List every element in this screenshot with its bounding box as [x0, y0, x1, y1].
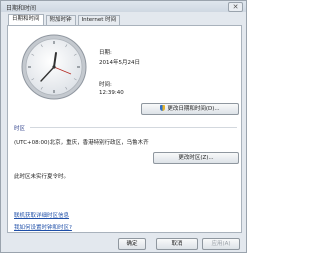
dst-note: 此时区未实行夏令时。 — [14, 174, 70, 180]
analog-clock-icon — [21, 34, 87, 100]
change-date-time-label: 更改日期和时间(D)... — [167, 106, 220, 112]
uac-shield-icon — [160, 105, 166, 111]
timezone-divider — [30, 127, 237, 128]
date-label: 日期: — [99, 50, 112, 56]
tab-additional-clocks[interactable]: 附加时钟 — [45, 15, 76, 25]
ok-button[interactable]: 确定 — [118, 238, 146, 250]
tab-date-time[interactable]: 日期和时间 — [8, 14, 44, 25]
online-timezone-info-link[interactable]: 联机获取详细时区信息 — [14, 211, 69, 219]
how-to-set-clock-link[interactable]: 我如何设置时钟和时区? — [14, 223, 72, 231]
change-date-time-button[interactable]: 更改日期和时间(D)... — [141, 103, 239, 115]
apply-button[interactable]: 应用(A) — [202, 238, 240, 250]
window-title: 日期和时间 — [6, 5, 37, 12]
close-button[interactable]: ✕ — [228, 2, 243, 12]
change-timezone-button[interactable]: 更改时区(Z)... — [153, 152, 239, 164]
date-value: 2014年5月24日 — [99, 60, 140, 66]
timezone-heading: 时区 — [14, 126, 26, 132]
timezone-value: (UTC+08:00)北京，重庆，香港特别行政区，乌鲁木齐 — [14, 140, 149, 146]
time-label: 时间: — [99, 82, 112, 88]
date-time-dialog: 日期和时间 ✕ 日期和时间 附加时钟 Internet 时间 日期: 2014年… — [0, 0, 247, 253]
cancel-button[interactable]: 取消 — [156, 238, 198, 250]
time-value: 12:39:40 — [99, 90, 124, 96]
date-time-panel: 日期: 2014年5月24日 时间: 12:39:40 更改日期和时间(D)..… — [7, 25, 242, 233]
tab-internet-time[interactable]: Internet 时间 — [77, 15, 121, 25]
title-bar[interactable]: 日期和时间 ✕ — [1, 1, 246, 12]
